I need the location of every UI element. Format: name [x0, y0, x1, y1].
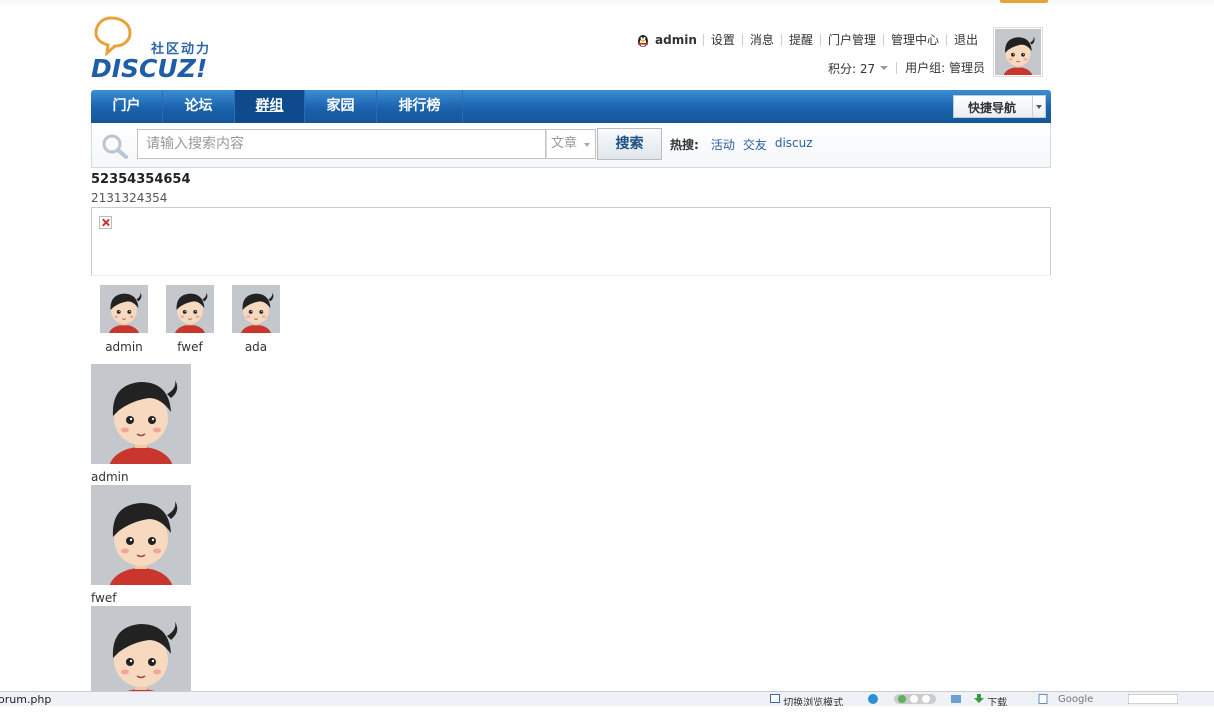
- hot-keyword-link[interactable]: discuz: [775, 136, 813, 153]
- download-button[interactable]: 下载: [974, 694, 1007, 706]
- nav-item-ranking[interactable]: 排行榜: [377, 90, 463, 123]
- quick-nav-button[interactable]: 快捷导航: [953, 95, 1046, 118]
- site-logo[interactable]: 社区动力 DISCUZ!: [91, 16, 231, 84]
- header-avatar[interactable]: [993, 27, 1043, 77]
- admin-center-link[interactable]: 管理中心: [882, 34, 946, 46]
- member-item[interactable]: admin: [91, 285, 157, 354]
- credits-dropdown[interactable]: 积分: 27: [828, 60, 896, 77]
- member-name[interactable]: admin: [91, 470, 191, 484]
- notifications-link[interactable]: 提醒: [780, 34, 820, 46]
- logout-link[interactable]: 退出: [945, 34, 985, 46]
- avatar-image: [995, 29, 1041, 75]
- quick-nav-label: 快捷导航: [968, 101, 1017, 115]
- group-content-box: [91, 207, 1051, 276]
- avatar[interactable]: [91, 364, 191, 464]
- usergroup-link[interactable]: 用户组: 管理员: [896, 62, 985, 74]
- toggle-icon[interactable]: [894, 694, 936, 704]
- nav-item-portal[interactable]: 门户: [91, 90, 163, 123]
- member-item[interactable]: fwef: [157, 285, 223, 354]
- group-title: 52354354654: [91, 172, 191, 187]
- member-large-item[interactable]: admin: [91, 364, 191, 484]
- messages-link[interactable]: 消息: [741, 34, 781, 46]
- avatar[interactable]: [166, 285, 214, 333]
- nav-item-home[interactable]: 家园: [305, 90, 377, 123]
- user-meta: 积分: 27 用户组: 管理员: [828, 58, 985, 78]
- search-bar: 请输入搜索内容 文章 搜索 热搜: 活动 交友 discuz: [91, 123, 1051, 168]
- search-type-value: 文章: [551, 136, 578, 151]
- speech-bubble-icon: [94, 16, 132, 56]
- hot-keyword-link[interactable]: 交友: [743, 136, 767, 153]
- hot-keyword-link[interactable]: 活动: [711, 136, 735, 153]
- status-url: orum.php: [0, 693, 52, 706]
- switch-mode-button[interactable]: 切换浏览模式: [770, 694, 843, 706]
- member-name[interactable]: ada: [223, 340, 289, 354]
- hot-label: 热搜:: [670, 138, 699, 152]
- username-link[interactable]: admin: [655, 33, 697, 47]
- avatar[interactable]: [91, 485, 191, 585]
- search-type-select[interactable]: 文章: [546, 129, 596, 159]
- member-name[interactable]: fwef: [91, 591, 191, 605]
- window-icon: [770, 694, 780, 703]
- ie-icon[interactable]: [866, 694, 880, 704]
- qq-penguin-icon: [638, 35, 649, 47]
- user-links: admin 设置 消息 提醒 门户管理 管理中心 退出: [635, 30, 985, 50]
- member-list-small: admin fwef ada: [91, 285, 289, 354]
- search-input[interactable]: 请输入搜索内容: [137, 129, 546, 159]
- chevron-down-icon: [584, 143, 590, 147]
- logo-wordmark: DISCUZ!: [91, 54, 208, 83]
- search-button[interactable]: 搜索: [597, 128, 662, 160]
- nav-item-group[interactable]: 群组: [235, 90, 305, 123]
- tool-icon[interactable]: [950, 694, 962, 704]
- toolbar-icon[interactable]: [1128, 694, 1178, 704]
- hot-keywords: 热搜: 活动 交友 discuz: [670, 136, 821, 153]
- member-item[interactable]: ada: [223, 285, 289, 354]
- credits-text: 积分: 27: [828, 61, 876, 76]
- nav-item-forum[interactable]: 论坛: [163, 90, 235, 123]
- main-nav: 门户 论坛 群组 家园 排行榜: [91, 90, 1051, 123]
- search-icon: [102, 134, 128, 159]
- group-description: 2131324354: [91, 191, 168, 205]
- avatar[interactable]: [100, 285, 148, 333]
- chevron-down-icon: [880, 66, 889, 70]
- browser-status-bar: orum.php 切换浏览模式 下载 Google: [0, 691, 1214, 706]
- download-icon: [974, 694, 984, 703]
- search-engine-box[interactable]: Google: [1058, 694, 1093, 705]
- settings-link[interactable]: 设置: [702, 34, 742, 46]
- broken-image-icon: [99, 216, 112, 229]
- page-icon[interactable]: [1038, 694, 1048, 704]
- chevron-down-icon: [1032, 96, 1045, 117]
- avatar[interactable]: [232, 285, 280, 333]
- portal-admin-link[interactable]: 门户管理: [819, 34, 883, 46]
- top-tab-indicator: [1000, 0, 1048, 3]
- member-large-item[interactable]: fwef: [91, 485, 191, 605]
- member-name[interactable]: admin: [91, 340, 157, 354]
- member-name[interactable]: fwef: [157, 340, 223, 354]
